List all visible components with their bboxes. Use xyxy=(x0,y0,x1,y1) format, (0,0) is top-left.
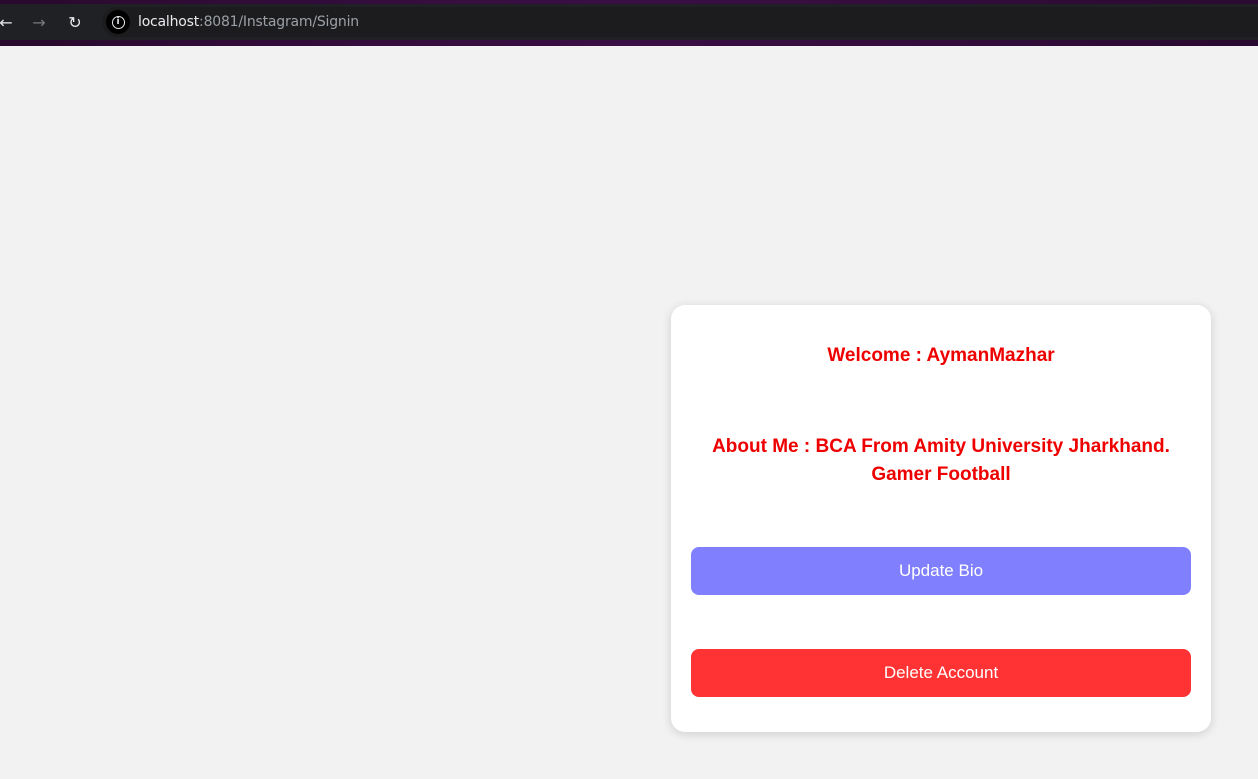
update-bio-button[interactable]: Update Bio xyxy=(691,547,1191,595)
about-me-line-1: About Me : BCA From Amity University Jha… xyxy=(712,436,1170,457)
browser-toolbar-inner: ← → ↻ i localhost:8081/Instagram/Signin xyxy=(0,4,1258,40)
forward-button[interactable]: → xyxy=(27,10,51,34)
profile-card: Welcome : AymanMazhar About Me : BCA Fro… xyxy=(671,305,1211,732)
reload-button[interactable]: ↻ xyxy=(63,10,87,34)
url-host: localhost xyxy=(138,14,200,30)
url-path: :8081/Instagram/Signin xyxy=(199,14,359,30)
about-me-line-2: Gamer Football xyxy=(871,464,1011,485)
reload-icon: ↻ xyxy=(68,12,82,32)
address-bar[interactable]: i localhost:8081/Instagram/Signin xyxy=(102,7,1258,37)
site-info-button[interactable]: i xyxy=(106,10,130,34)
delete-account-button[interactable]: Delete Account xyxy=(691,649,1191,697)
info-icon: i xyxy=(111,15,125,29)
browser-toolbar: ← → ↻ i localhost:8081/Instagram/Signin xyxy=(0,0,1258,46)
arrow-left-icon: ← xyxy=(0,12,13,32)
arrow-right-icon: → xyxy=(32,12,46,32)
url-text[interactable]: localhost:8081/Instagram/Signin xyxy=(138,14,359,30)
welcome-heading: Welcome : AymanMazhar xyxy=(827,345,1055,366)
about-me-text: About Me : BCA From Amity University Jha… xyxy=(701,433,1181,489)
back-button[interactable]: ← xyxy=(0,10,18,34)
